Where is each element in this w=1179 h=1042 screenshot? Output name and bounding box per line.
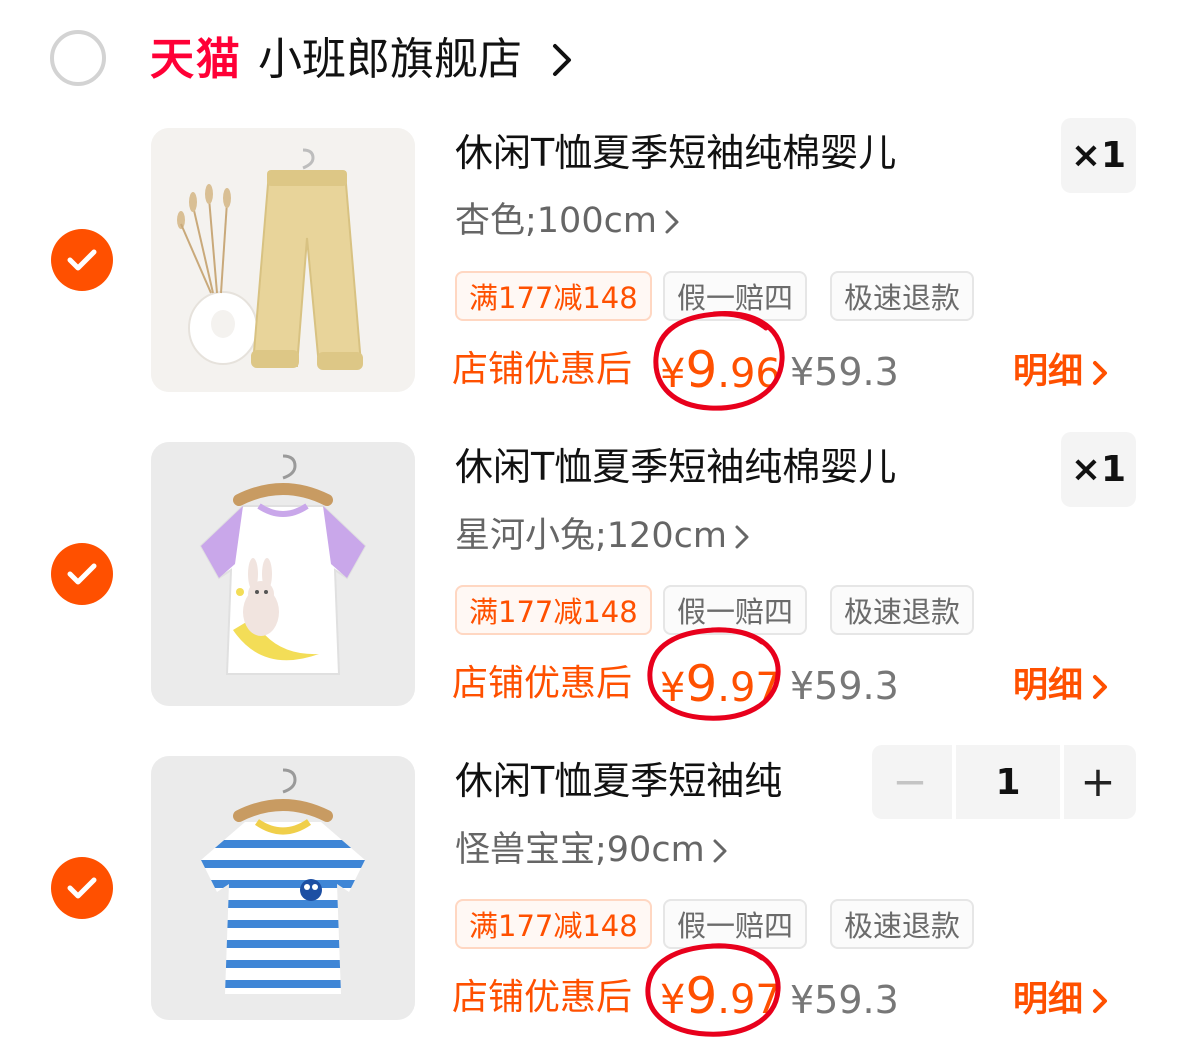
bunny-tshirt-icon [151, 442, 415, 706]
service-tag: 极速退款 [830, 899, 975, 949]
price-integer: 9 [685, 655, 718, 713]
decrement-button[interactable]: − [872, 745, 948, 819]
service-tag: 假一赔四 [663, 585, 808, 635]
detail-label: 明细 [1013, 980, 1084, 1020]
currency-symbol: ¥ [660, 665, 686, 711]
price-integer: 9 [685, 967, 718, 1025]
original-price: ¥59.3 [790, 350, 899, 394]
price-decimal: .96 [717, 351, 781, 397]
item-title[interactable]: 休闲T恤夏季短袖纯棉婴儿 [455, 442, 896, 492]
service-tag: 极速退款 [830, 585, 975, 635]
quantity-stepper: − 1 + [872, 745, 1136, 819]
price-label: 店铺优惠后 [452, 977, 633, 1018]
detail-link[interactable]: 明细 [1013, 348, 1109, 396]
detail-label: 明细 [1013, 666, 1084, 706]
currency-symbol: ¥ [660, 977, 686, 1023]
original-price: ¥59.3 [790, 664, 899, 708]
price-decimal: .97 [717, 977, 781, 1023]
sku-label: 怪兽宝宝;90cm [455, 830, 705, 870]
price-decimal: .97 [717, 665, 781, 711]
cart-page: 天猫 小班郎旗舰店 休闲T恤夏季短袖纯棉婴儿 ×1 杏色;100cm 满177减… [0, 0, 1179, 1042]
chevron-right-icon [735, 525, 749, 549]
detail-link[interactable]: 明细 [1013, 662, 1109, 710]
detail-link[interactable]: 明细 [1013, 976, 1109, 1024]
product-image[interactable] [151, 756, 415, 1020]
item-check-icon[interactable] [51, 543, 113, 605]
cart-item: 休闲T恤夏季短袖纯 − 1 + 怪兽宝宝;90cm 满177减148 假一赔四 … [0, 0, 1179, 1037]
service-tag: 假一赔四 [663, 899, 808, 949]
chevron-right-icon [1093, 675, 1108, 699]
chevron-right-icon [1093, 361, 1108, 385]
original-price: ¥59.3 [790, 978, 899, 1022]
item-title[interactable]: 休闲T恤夏季短袖纯 [455, 756, 782, 806]
promo-tag[interactable]: 满177减148 [455, 585, 652, 635]
item-sku[interactable]: 怪兽宝宝;90cm [455, 827, 729, 873]
product-image[interactable] [151, 442, 415, 706]
chevron-right-icon [1093, 989, 1108, 1013]
discount-price: ¥9.97 [660, 654, 781, 726]
striped-tshirt-icon [151, 756, 415, 1020]
detail-label: 明细 [1013, 352, 1084, 392]
discount-price: ¥9.96 [660, 340, 781, 412]
item-sku[interactable]: 星河小兔;120cm [455, 513, 751, 559]
sku-label: 星河小兔;120cm [455, 516, 727, 556]
item-check-icon[interactable] [51, 857, 113, 919]
increment-button[interactable]: + [1060, 745, 1136, 819]
price-integer: 9 [685, 341, 718, 399]
price-label: 店铺优惠后 [452, 349, 633, 390]
price-label: 店铺优惠后 [452, 663, 633, 704]
chevron-right-icon [713, 839, 727, 863]
discount-price: ¥9.97 [660, 966, 781, 1038]
promo-tag[interactable]: 满177减148 [455, 899, 652, 949]
currency-symbol: ¥ [660, 351, 686, 397]
quantity-input[interactable]: 1 [952, 745, 1064, 819]
quantity-badge[interactable]: ×1 [1061, 432, 1136, 507]
